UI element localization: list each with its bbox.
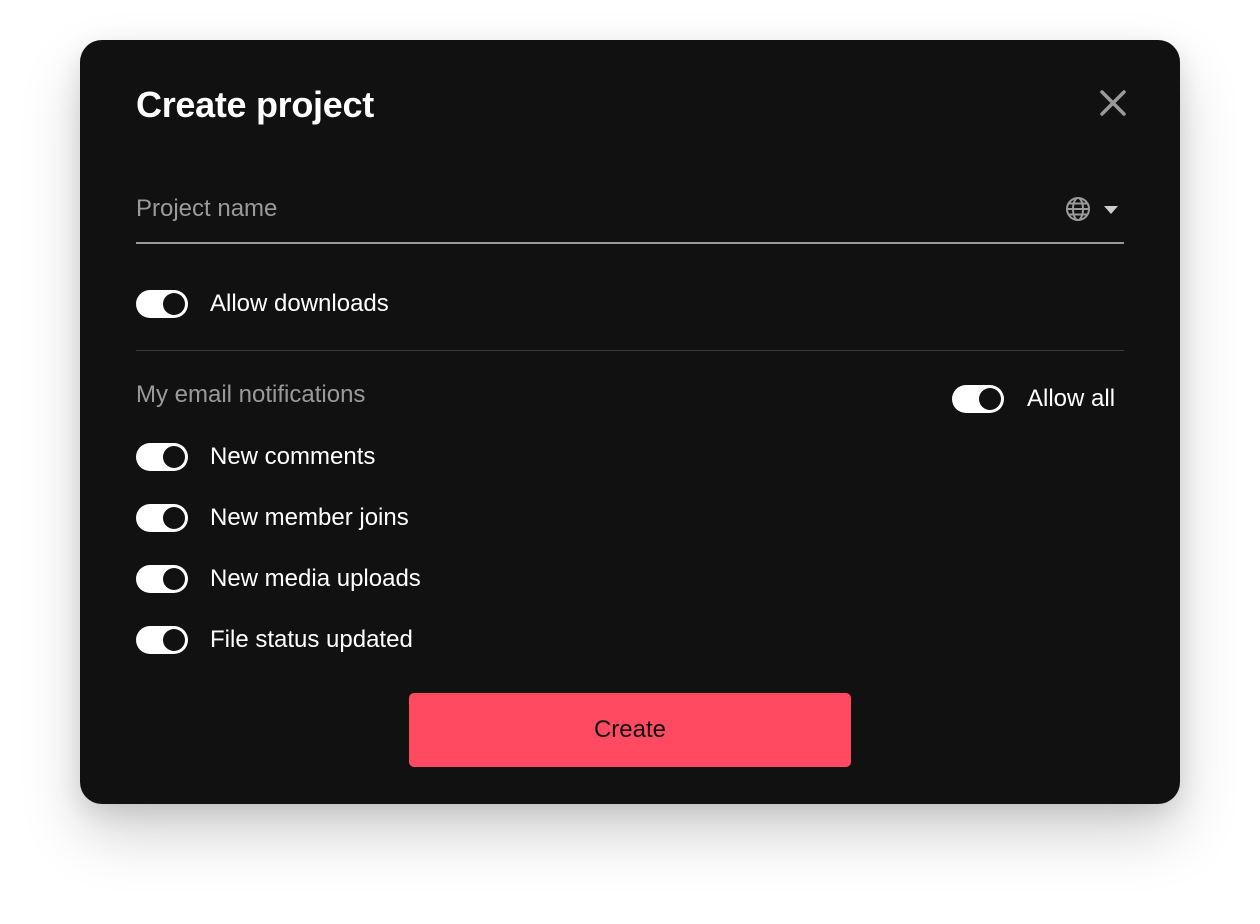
- create-project-dialog: Create project Allow downloads M: [80, 40, 1180, 804]
- allow-all-row: Allow all: [952, 384, 1115, 414]
- notification-row-file-status-updated: File status updated: [136, 625, 413, 655]
- caret-down-icon: [1104, 206, 1118, 214]
- new-media-uploads-label: New media uploads: [210, 565, 421, 592]
- new-media-uploads-toggle[interactable]: [136, 565, 188, 593]
- close-icon: [1100, 90, 1126, 116]
- globe-icon: [1066, 197, 1090, 221]
- email-notifications-heading: My email notifications: [136, 381, 366, 408]
- allow-downloads-toggle[interactable]: [136, 290, 188, 318]
- file-status-updated-label: File status updated: [210, 626, 413, 653]
- dialog-title: Create project: [136, 84, 374, 125]
- section-divider: [136, 350, 1124, 351]
- new-member-joins-label: New member joins: [210, 504, 409, 531]
- allow-downloads-label: Allow downloads: [210, 290, 389, 317]
- language-selector[interactable]: [1060, 194, 1124, 224]
- new-member-joins-toggle[interactable]: [136, 504, 188, 532]
- new-comments-toggle[interactable]: [136, 443, 188, 471]
- file-status-updated-toggle[interactable]: [136, 626, 188, 654]
- notification-row-new-comments: New comments: [136, 442, 375, 472]
- allow-all-label: Allow all: [1027, 385, 1116, 412]
- new-comments-label: New comments: [210, 443, 376, 470]
- project-name-field: [136, 190, 1124, 244]
- notification-row-new-member-joins: New member joins: [136, 503, 409, 533]
- allow-downloads-row: Allow downloads: [136, 289, 389, 319]
- close-button[interactable]: [1098, 88, 1128, 118]
- allow-all-toggle[interactable]: [952, 385, 1004, 413]
- project-name-input[interactable]: [136, 190, 1036, 228]
- notification-row-new-media-uploads: New media uploads: [136, 564, 421, 594]
- create-button[interactable]: Create: [409, 693, 851, 767]
